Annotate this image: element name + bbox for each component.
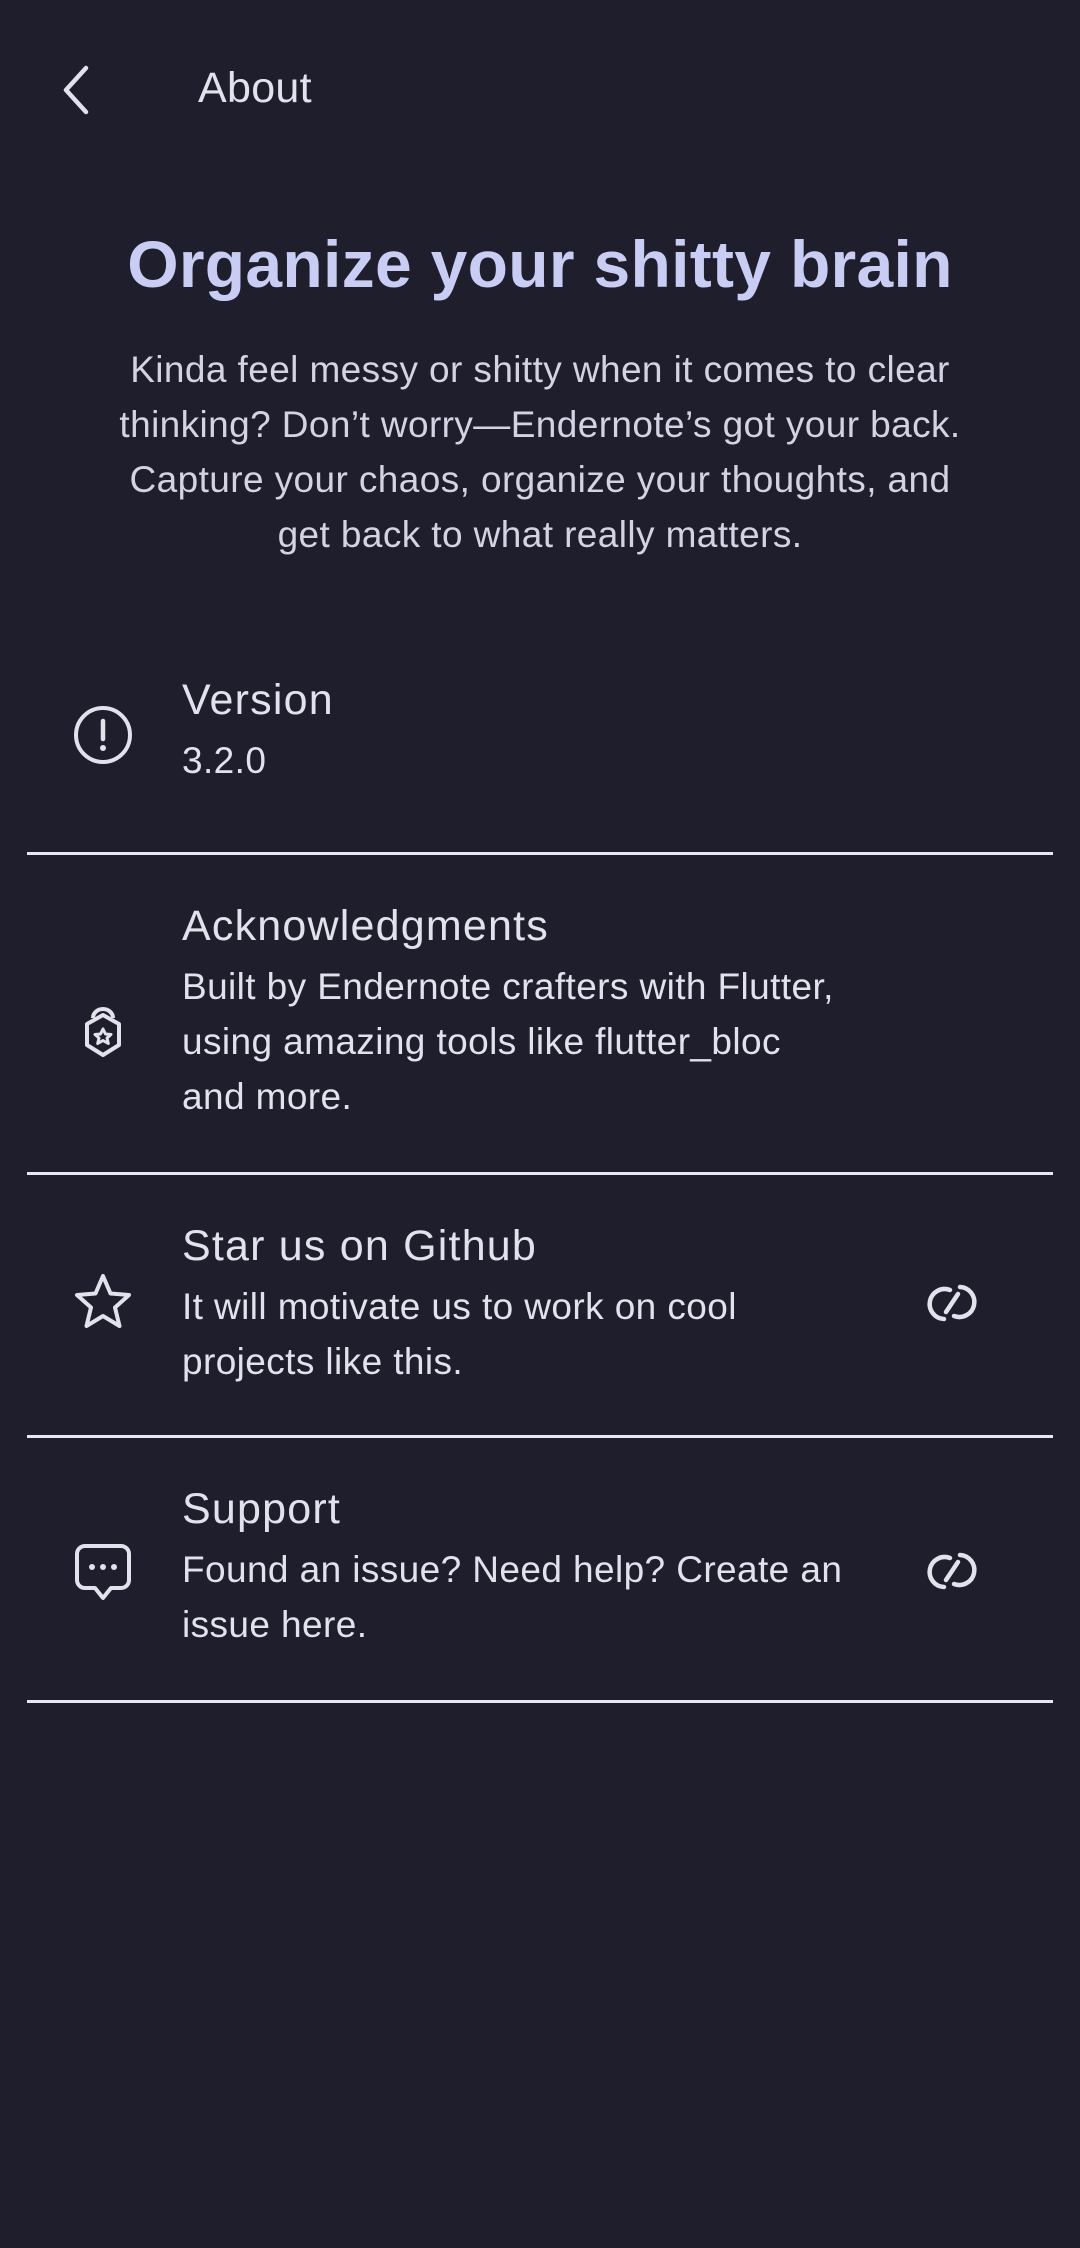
list-item-title: Version: [182, 676, 334, 724]
list-item-subtitle: It will motivate us to work on cool proj…: [182, 1279, 902, 1389]
list-item-version[interactable]: Version 3.2.0: [27, 635, 1053, 855]
chat-bubble-icon: [71, 1540, 135, 1604]
hero-description-line: Capture your chaos, organize your though…: [129, 459, 951, 500]
subtitle-line: It will motivate us to work on cool: [182, 1286, 737, 1327]
list-item-star-github[interactable]: Star us on Github It will motivate us to…: [27, 1175, 1053, 1438]
subtitle-line: issue here.: [182, 1604, 368, 1645]
badge-icon: [71, 1001, 135, 1065]
page-title: About: [198, 64, 312, 112]
hero-description: Kinda feel messy or shitty when it comes…: [60, 342, 1020, 562]
list-item-text: Support Found an issue? Need help? Creat…: [182, 1480, 902, 1652]
hero-title: Organize your shitty brain: [127, 227, 953, 301]
hero-description-line: Kinda feel messy or shitty when it comes…: [130, 349, 950, 390]
list-item-subtitle: Found an issue? Need help? Create an iss…: [182, 1542, 902, 1652]
link-icon[interactable]: [917, 1271, 987, 1335]
app-bar: About: [0, 0, 1080, 180]
subtitle-line: Built by Endernote crafters with Flutter…: [182, 966, 834, 1007]
list-item-title: Support: [182, 1485, 342, 1533]
star-icon: [71, 1271, 135, 1335]
subtitle-line: Found an issue? Need help? Create an: [182, 1549, 843, 1590]
subtitle-line: using amazing tools like flutter_bloc: [182, 1021, 781, 1062]
list-item-subtitle: Built by Endernote crafters with Flutter…: [182, 959, 902, 1124]
list-item-acknowledgments[interactable]: Acknowledgments Built by Endernote craft…: [27, 855, 1053, 1175]
hero-description-line: get back to what really matters.: [277, 514, 803, 555]
hero-section: Organize your shitty brain Kinda feel me…: [60, 222, 1020, 562]
list-item-text: Acknowledgments Built by Endernote craft…: [182, 897, 902, 1124]
version-number: 3.2.0: [182, 740, 267, 781]
list-item-title: Star us on Github: [182, 1222, 538, 1270]
list-item-title: Acknowledgments: [182, 902, 549, 950]
about-list: Version 3.2.0 Acknowledgments Built by E…: [27, 635, 1053, 1703]
link-icon[interactable]: [917, 1539, 987, 1603]
info-circle-icon: [71, 703, 135, 767]
subtitle-line: projects like this.: [182, 1341, 464, 1382]
subtitle-line: and more.: [182, 1076, 353, 1117]
hero-description-line: thinking? Don’t worry—Endernote’s got yo…: [119, 404, 961, 445]
back-button[interactable]: [44, 50, 108, 130]
list-item-subtitle: 3.2.0: [182, 733, 902, 788]
list-item-text: Version 3.2.0: [182, 671, 902, 788]
list-item-support[interactable]: Support Found an issue? Need help? Creat…: [27, 1438, 1053, 1703]
list-item-text: Star us on Github It will motivate us to…: [182, 1217, 902, 1389]
chevron-left-icon: [63, 65, 89, 115]
